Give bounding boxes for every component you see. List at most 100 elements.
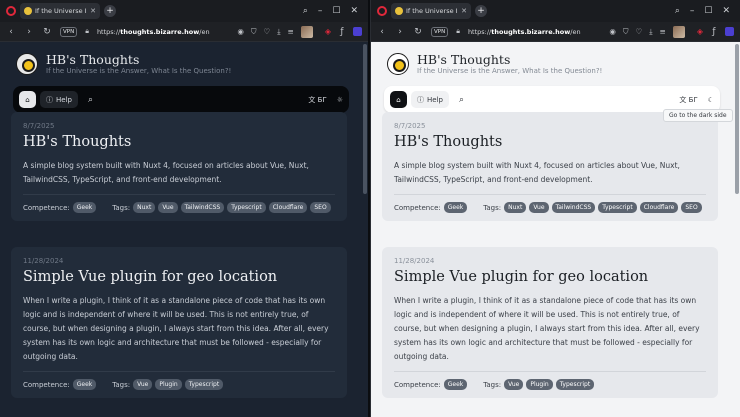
language-button[interactable]: 文 БГ	[679, 95, 697, 105]
pocket-icon[interactable]: ◈	[697, 27, 703, 36]
tag-badge[interactable]: SEO	[681, 202, 702, 213]
minimize-button[interactable]: –	[318, 6, 323, 16]
tag-badge[interactable]: Typescript	[184, 379, 224, 390]
tag-list: Nuxt Vue TailwindCSS Typescript Cloudflare SE…	[133, 202, 331, 213]
post-card[interactable]: 11/28/2024 Simple Vue plugin for geo loc…	[11, 247, 347, 398]
search-button[interactable]: ⌕	[82, 91, 99, 108]
reload-icon[interactable]: ↻	[413, 27, 423, 37]
close-tab-icon[interactable]: ✕	[461, 7, 467, 15]
tag-badge[interactable]: Typescript	[598, 202, 637, 213]
menu-icon[interactable]: ≡	[288, 27, 294, 36]
close-tab-icon[interactable]: ✕	[90, 7, 96, 15]
profile-thumbnail[interactable]	[672, 25, 685, 38]
download-icon[interactable]: ⤓	[649, 27, 652, 37]
tag-badge[interactable]: TailwindCSS	[180, 202, 225, 213]
help-button[interactable]: ⓘ Help	[411, 91, 449, 108]
help-label: Help	[56, 95, 72, 104]
post-card[interactable]: 8/7/2025 HB's Thoughts A simple blog sys…	[382, 112, 718, 221]
close-window-button[interactable]: ✕	[722, 6, 730, 16]
shield-icon[interactable]: ⛉	[623, 27, 629, 37]
home-button[interactable]: ⌂	[19, 91, 36, 108]
moon-icon[interactable]: ☾	[708, 96, 714, 104]
browser-tab[interactable]: If the Universe Is the Ans ✕	[391, 3, 471, 19]
site-logo-icon[interactable]	[16, 53, 38, 75]
back-icon[interactable]: ‹	[377, 27, 387, 37]
vpn-badge[interactable]: VPN	[60, 26, 78, 37]
tag-badge[interactable]: Vue	[158, 202, 178, 213]
tag-badge[interactable]: Plugin	[155, 379, 182, 390]
heart-icon[interactable]: ♡	[635, 27, 642, 36]
reload-icon[interactable]: ↻	[42, 27, 52, 37]
shield-icon[interactable]: ⛉	[251, 27, 257, 37]
forward-icon[interactable]: ›	[395, 27, 405, 37]
url-field[interactable]: https://thoughts.bizarre.how/en	[468, 28, 601, 36]
tag-badge[interactable]: SEO	[310, 202, 331, 213]
post-date: 8/7/2025	[23, 122, 55, 130]
new-tab-button[interactable]: +	[475, 5, 487, 17]
maximize-button[interactable]: ☐	[332, 6, 340, 16]
browser-tab[interactable]: If the Universe Is the Ans ✕	[20, 3, 100, 19]
fx-icon[interactable]: ƒ	[709, 27, 719, 37]
extension-icon[interactable]	[353, 27, 362, 36]
competence-badge[interactable]: Geek	[443, 379, 468, 390]
competence-badge[interactable]: Geek	[443, 202, 468, 213]
tag-badge[interactable]: Vue	[504, 379, 524, 390]
opera-menu-icon[interactable]	[377, 6, 387, 16]
tag-badge[interactable]: Cloudflare	[268, 202, 308, 213]
tag-badge[interactable]: Vue	[133, 379, 153, 390]
maximize-button[interactable]: ☐	[704, 6, 712, 16]
tag-badge[interactable]: Plugin	[526, 379, 553, 390]
page-scrollbar[interactable]	[363, 44, 367, 194]
camera-icon[interactable]: ◉	[237, 27, 244, 36]
tag-badge[interactable]: Typescript	[227, 202, 266, 213]
heart-icon[interactable]: ♡	[263, 27, 270, 36]
home-button[interactable]: ⌂	[390, 91, 407, 108]
post-title[interactable]: HB's Thoughts	[394, 133, 706, 151]
site-title[interactable]: HB's Thoughts	[46, 53, 231, 66]
tag-badge[interactable]: Cloudflare	[639, 202, 679, 213]
vpn-badge[interactable]: VPN	[431, 26, 449, 37]
post-title[interactable]: Simple Vue plugin for geo location	[23, 268, 335, 286]
lock-icon[interactable]: 🔒︎	[456, 27, 460, 36]
site-title[interactable]: HB's Thoughts	[417, 53, 602, 66]
page-scrollbar[interactable]	[735, 44, 739, 194]
competence-label: Competence:	[394, 380, 441, 389]
url-field[interactable]: https://thoughts.bizarre.how/en	[97, 28, 229, 36]
camera-icon[interactable]: ◉	[609, 27, 616, 36]
tag-badge[interactable]: Typescript	[555, 379, 595, 390]
profile-thumbnail[interactable]	[300, 25, 313, 38]
language-button[interactable]: 文 БГ	[308, 95, 326, 105]
post-title[interactable]: HB's Thoughts	[23, 133, 335, 151]
post-card[interactable]: 8/7/2025 HB's Thoughts A simple blog sys…	[11, 112, 347, 221]
minimize-button[interactable]: –	[690, 6, 695, 16]
competence-badge[interactable]: Geek	[72, 379, 97, 390]
url-prefix: https://	[96, 27, 121, 36]
url-prefix: https://	[467, 27, 492, 36]
lock-icon[interactable]: 🔒︎	[85, 27, 89, 36]
post-title[interactable]: Simple Vue plugin for geo location	[394, 268, 706, 286]
menu-icon[interactable]: ≡	[660, 27, 666, 36]
search-tabs-icon[interactable]: ⌕	[303, 6, 308, 16]
opera-menu-icon[interactable]	[6, 6, 16, 16]
forward-icon[interactable]: ›	[24, 27, 34, 37]
search-tabs-icon[interactable]: ⌕	[675, 6, 680, 16]
sun-icon[interactable]: ☼	[337, 96, 343, 104]
site-logo-icon[interactable]	[387, 53, 409, 75]
tag-badge[interactable]: Vue	[529, 202, 549, 213]
tag-badge[interactable]: TailwindCSS	[551, 202, 596, 213]
tag-badge[interactable]: Nuxt	[133, 202, 156, 213]
download-icon[interactable]: ⤓	[277, 27, 280, 37]
new-tab-button[interactable]: +	[104, 5, 116, 17]
navbar-right: 文 БГ ☼	[308, 95, 343, 105]
tag-badge[interactable]: Nuxt	[504, 202, 527, 213]
pocket-icon[interactable]: ◈	[325, 27, 331, 36]
back-icon[interactable]: ‹	[6, 27, 16, 37]
post-card[interactable]: 11/28/2024 Simple Vue plugin for geo loc…	[382, 247, 718, 398]
help-button[interactable]: ⓘ Help	[40, 91, 78, 108]
fx-icon[interactable]: ƒ	[337, 27, 347, 37]
close-window-button[interactable]: ✕	[350, 6, 358, 16]
search-button[interactable]: ⌕	[453, 91, 470, 108]
url-host: thoughts.bizarre.how	[491, 27, 571, 36]
competence-badge[interactable]: Geek	[72, 202, 97, 213]
extension-icon[interactable]	[725, 27, 734, 36]
